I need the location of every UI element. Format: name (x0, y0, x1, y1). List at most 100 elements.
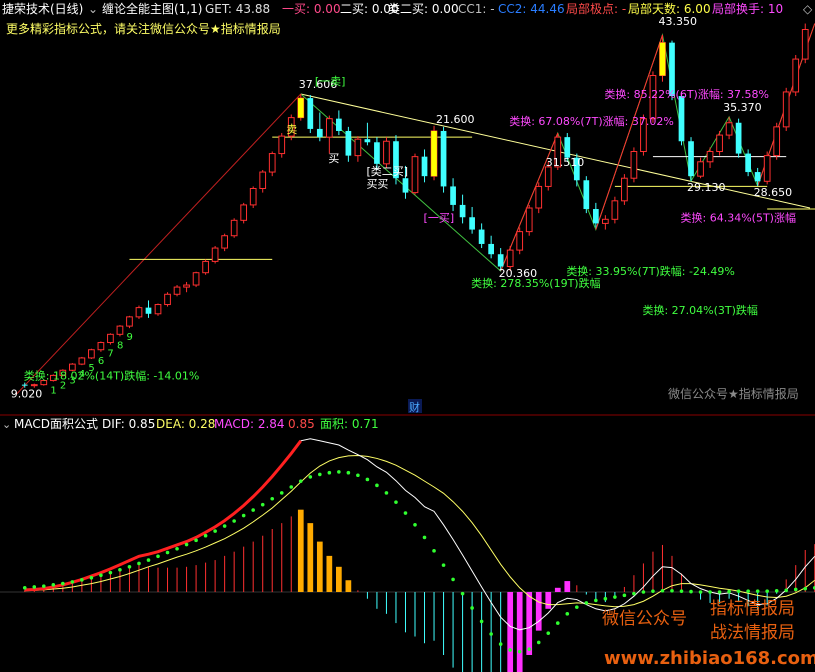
count-label: 4 (79, 369, 85, 380)
macd-dot (99, 573, 103, 577)
header-value-8: 局部换手: 10 (712, 1, 783, 16)
macd-dot (222, 524, 227, 528)
candle-body (278, 135, 286, 155)
candle-body (621, 177, 628, 202)
macd-dot (451, 577, 455, 582)
macd-dot (679, 589, 684, 593)
candle-body (336, 118, 342, 131)
macd-dot (61, 581, 65, 586)
macd-dot (270, 496, 275, 501)
count-label: 5 (88, 363, 94, 374)
candle-body (516, 231, 524, 251)
macd-dot (698, 590, 703, 594)
annotation: 卖 (286, 123, 297, 136)
candle-body (754, 172, 761, 182)
macd-bar (138, 564, 140, 592)
candle-body (240, 204, 248, 221)
macd-bar (652, 551, 654, 592)
candle-body (602, 218, 609, 224)
macd-bar (414, 592, 416, 637)
candle-body (564, 137, 571, 158)
chevron-down-icon[interactable]: ⌄ (2, 418, 11, 431)
macd-dot (632, 591, 636, 596)
macd-bar (336, 566, 342, 592)
macd-dot (489, 632, 493, 636)
macd-bar (804, 550, 806, 592)
macd-bar (195, 565, 197, 592)
macd-bar (554, 587, 561, 592)
price-label: 28.650 (754, 186, 793, 199)
macd-dot (546, 631, 551, 635)
macd-bar (633, 575, 635, 592)
indicator-name[interactable]: 缠论全能主图(1,1) (102, 1, 202, 16)
macd-bar (307, 523, 314, 592)
macd-dot (660, 588, 665, 593)
candle-body (164, 293, 171, 306)
candle-body (249, 187, 257, 206)
annotation: 类换: 67.08%(7T)涨幅: 37.02% (509, 114, 674, 128)
candle-body (307, 98, 314, 129)
macd-dot (365, 477, 370, 482)
macd-bar (507, 592, 514, 672)
dif-line (24, 438, 815, 631)
trend-line-up (16, 93, 302, 395)
macd-bar (147, 566, 149, 592)
macd-bar (623, 586, 625, 592)
macd-bar (205, 562, 207, 592)
macd-bar (462, 592, 464, 672)
candle-body (268, 153, 276, 173)
annotation: [一卖] (315, 75, 346, 88)
macd-dot (717, 590, 722, 594)
macd-dot (337, 470, 341, 474)
macd-dot (594, 598, 598, 603)
candle-body (725, 122, 733, 136)
candle-body (525, 207, 533, 233)
fin-marker[interactable]: 财 (409, 400, 420, 414)
price-label: 9.020 (11, 388, 43, 401)
candle-highlight (431, 130, 437, 177)
chart-canvas: 捷荣技术(日线) ⌄ 缠论全能主图(1,1) GET: 43.88 一买: 0.0… (0, 1, 815, 672)
chevron-down-icon[interactable]: ⌄ (88, 2, 98, 16)
macd-bar (109, 571, 111, 592)
candle-body (735, 122, 742, 154)
wm-brand2: 战法情报局 (710, 623, 795, 643)
macd-dot (555, 621, 560, 625)
candle-body (583, 180, 590, 210)
macd-dot (251, 508, 255, 512)
macd-dot (137, 561, 141, 566)
banner-text: 更多精彩指标公式，请关注微信公众号★指标情报局 (6, 21, 281, 36)
macd-dot (146, 558, 151, 562)
candle-body (488, 243, 494, 255)
macd-dot (689, 589, 693, 594)
macd-bar (404, 592, 406, 633)
annotation: 类换: 18.02%(14T)跌幅: -14.01% (24, 369, 200, 383)
macd-bar (545, 592, 552, 609)
macd-dot (584, 601, 589, 605)
candle-body (801, 29, 809, 60)
candle-body (97, 342, 105, 351)
stock-name[interactable]: 捷荣技术(日线) (2, 2, 83, 16)
diamond-icon[interactable]: ◇ (803, 2, 813, 16)
macd-bar (262, 535, 264, 592)
macd-value: MACD: 2.84 (214, 417, 285, 431)
macd-dot (213, 529, 217, 533)
macd-panel: ⌄ MACD面积公式 DIF: 0.85 DEA: 0.28 MACD: 2.8… (0, 417, 815, 672)
candle-body (421, 156, 428, 177)
macd-dot (413, 523, 417, 527)
annotation: 类换: 64.34%(5T)涨幅 (681, 210, 796, 224)
macd-dot (308, 475, 313, 479)
candle-body (30, 384, 38, 387)
count-label: 7 (107, 349, 113, 360)
macd-dot (289, 485, 294, 489)
macd-dot (622, 593, 627, 598)
candle-body (211, 247, 219, 262)
macd-bar (316, 541, 323, 592)
macd-dot (327, 470, 332, 475)
macd-bar (281, 523, 283, 592)
macd-dot (298, 479, 303, 483)
candle-body (192, 272, 200, 286)
macd-dot (793, 587, 798, 592)
macd-dot (80, 578, 84, 582)
macd-dot (432, 549, 436, 553)
candle-body (678, 96, 685, 142)
